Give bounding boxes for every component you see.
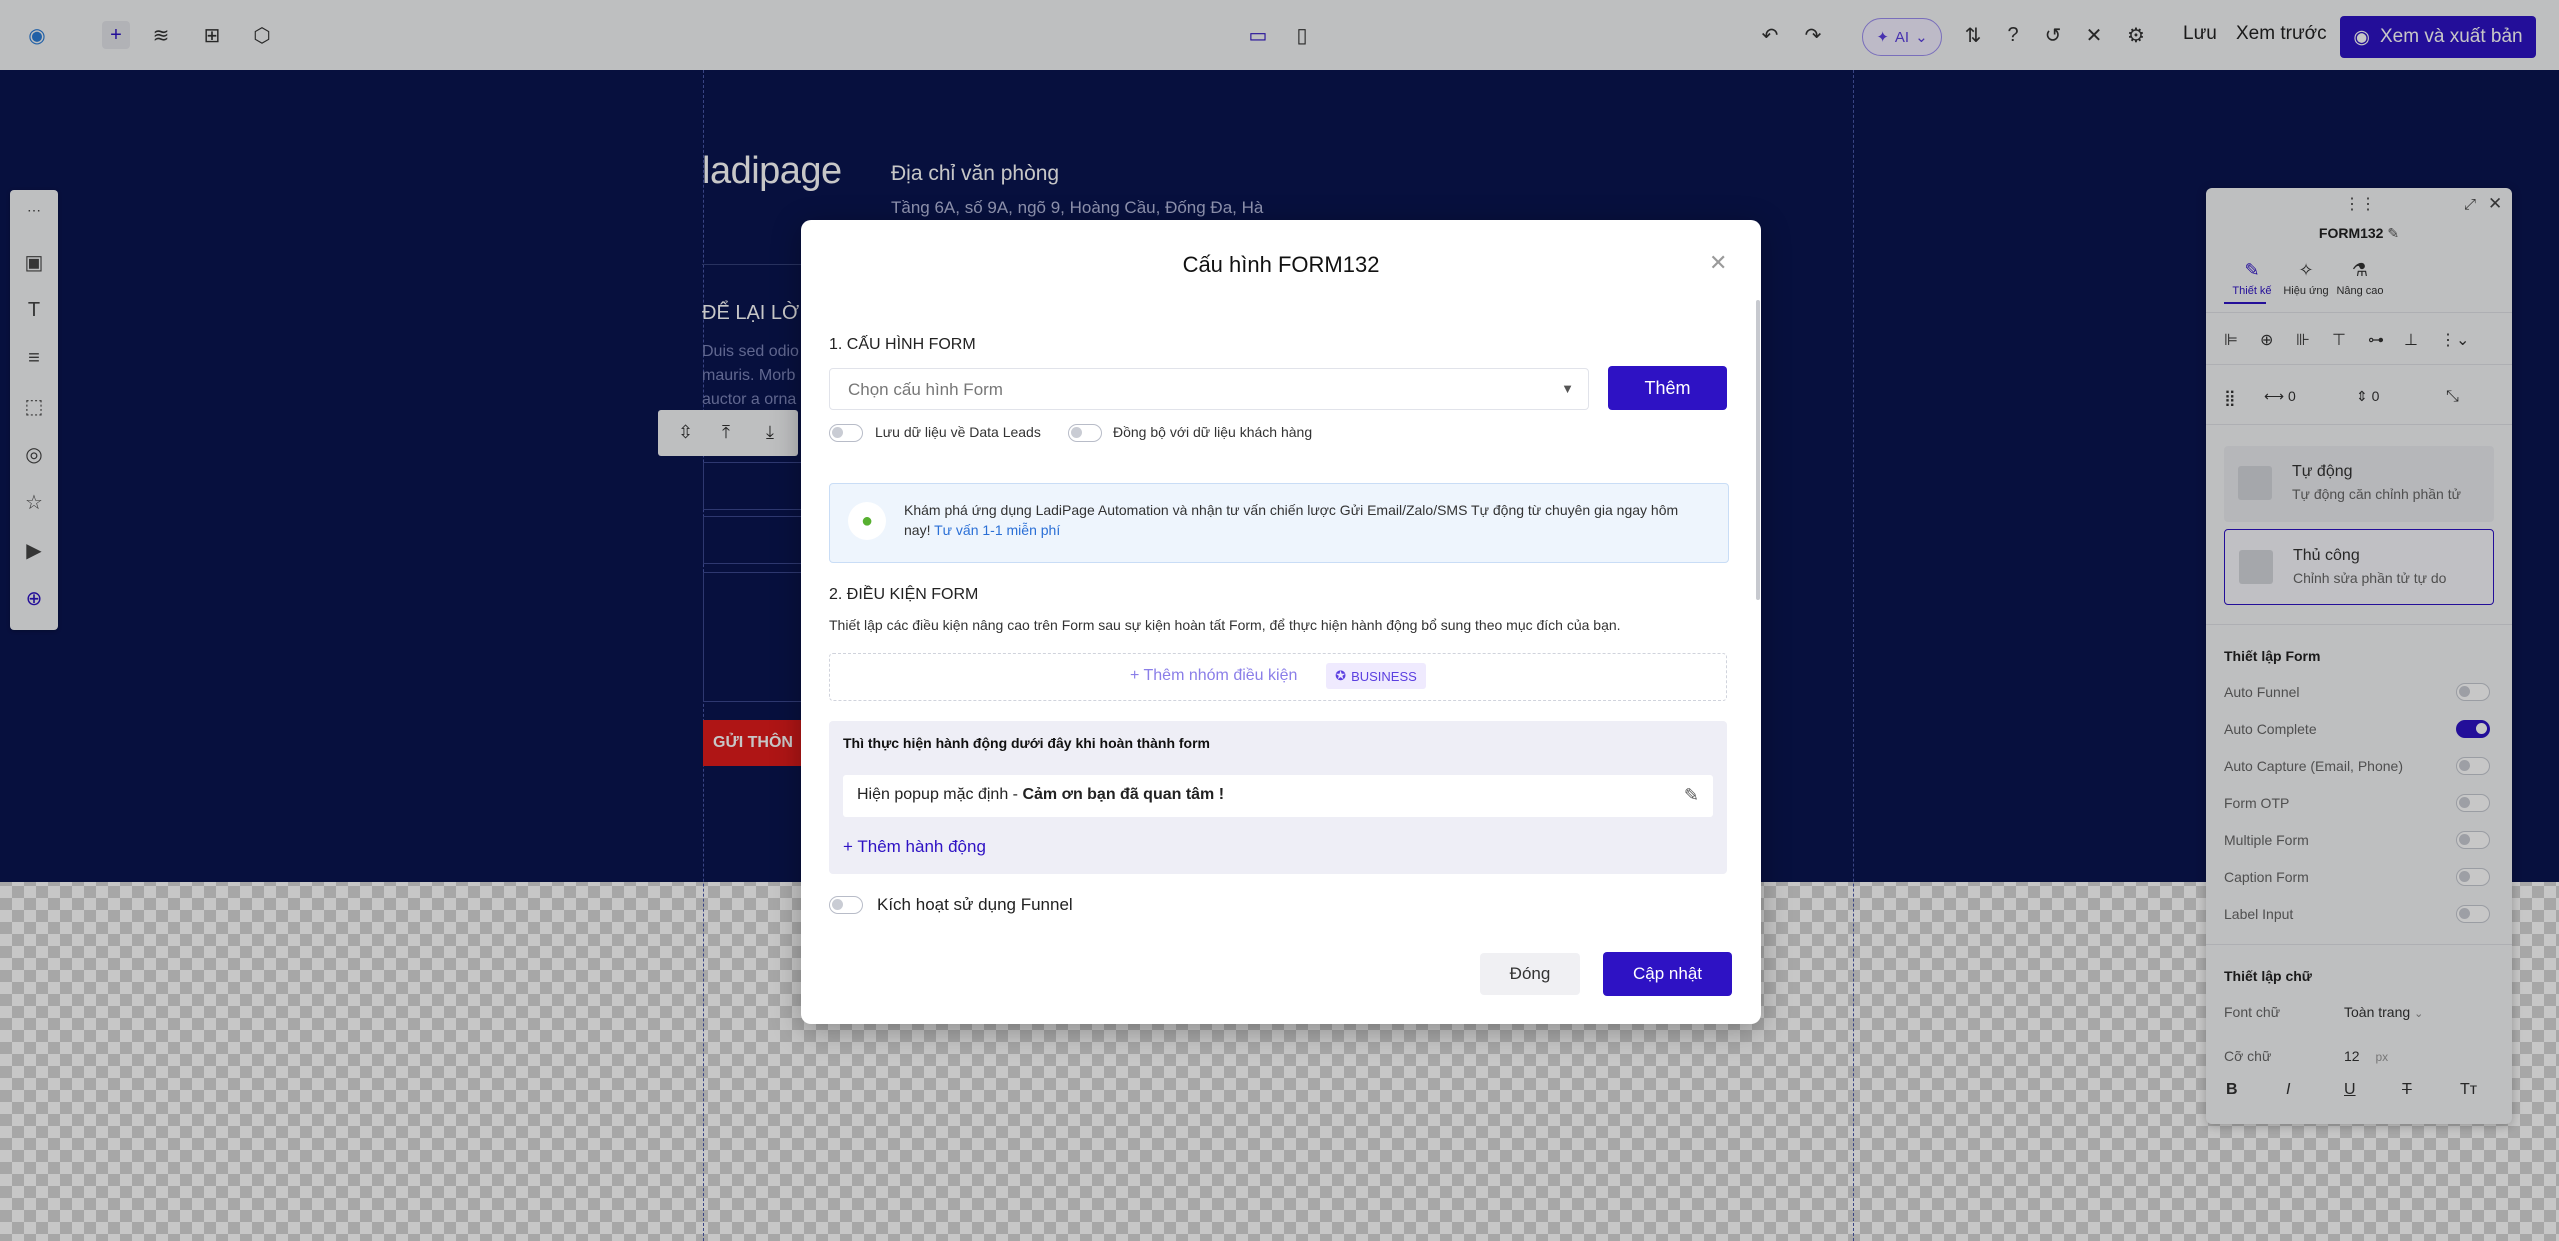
add-config-button[interactable]: Thêm xyxy=(1608,366,1727,410)
plus-icon: + xyxy=(1130,667,1140,684)
sync-customer-label: Đồng bộ với dữ liệu khách hàng xyxy=(1113,424,1313,440)
action-row[interactable]: Hiện popup mặc định - Cảm ơn bạn đã quan… xyxy=(843,775,1713,817)
select-placeholder: Chọn cấu hình Form xyxy=(848,380,1003,399)
section-form-conditions: 2. ĐIỀU KIỆN FORM xyxy=(829,586,979,603)
actions-title: Thì thực hiện hành động dưới đây khi hoà… xyxy=(843,735,1210,751)
data-leads-label: Lưu dữ liệu về Data Leads xyxy=(875,424,1041,440)
automation-info-box: ● Khám phá ứng dụng LadiPage Automation … xyxy=(829,483,1729,563)
add-action-label: Thêm hành động xyxy=(857,837,986,856)
edit-icon[interactable]: ✎ xyxy=(1684,785,1699,806)
close-button[interactable]: Đóng xyxy=(1480,953,1580,995)
modal-scrollbar[interactable] xyxy=(1756,300,1760,600)
sync-customer-toggle[interactable] xyxy=(1068,424,1102,442)
plus-icon: + xyxy=(843,837,853,856)
form-config-modal: Cấu hình FORM132 ✕ 1. CẤU HÌNH FORM Chọn… xyxy=(801,220,1761,1024)
conditions-description: Thiết lập các điều kiện nâng cao trên Fo… xyxy=(829,617,1621,633)
caret-down-icon: ▼ xyxy=(1561,381,1574,396)
add-condition-label: Thêm nhóm điều kiện xyxy=(1143,667,1298,684)
modal-title: Cấu hình FORM132 xyxy=(1182,252,1380,277)
actions-box: Thì thực hiện hành động dưới đây khi hoà… xyxy=(829,721,1727,874)
update-button[interactable]: Cập nhật xyxy=(1603,952,1732,996)
close-icon[interactable]: ✕ xyxy=(1709,250,1727,276)
lightbulb-icon: ● xyxy=(848,502,886,540)
action-type: Hiện popup mặc định - xyxy=(857,786,1023,803)
data-leads-toggle[interactable] xyxy=(829,424,863,442)
crown-icon: ✪ xyxy=(1335,668,1347,683)
business-badge-label: BUSINESS xyxy=(1351,668,1417,684)
add-condition-group[interactable]: + Thêm nhóm điều kiện ✪ BUSINESS xyxy=(829,653,1727,701)
info-text: Khám phá ứng dụng LadiPage Automation và… xyxy=(904,500,1704,540)
form-config-select[interactable]: Chọn cấu hình Form ▼ xyxy=(829,368,1589,410)
funnel-label: Kích hoạt sử dụng Funnel xyxy=(877,895,1073,914)
funnel-toggle[interactable] xyxy=(829,896,863,914)
section-form-config: 1. CẤU HÌNH FORM xyxy=(829,336,976,353)
add-condition-button[interactable]: + Thêm nhóm điều kiện xyxy=(1130,667,1297,685)
business-badge: ✪ BUSINESS xyxy=(1326,663,1426,689)
add-action-button[interactable]: + Thêm hành động xyxy=(843,837,986,857)
action-row-text: Hiện popup mặc định - Cảm ơn bạn đã quan… xyxy=(857,786,1224,804)
consult-link[interactable]: Tư vấn 1-1 miễn phí xyxy=(934,522,1060,538)
action-value: Cảm ơn bạn đã quan tâm ! xyxy=(1022,786,1225,803)
